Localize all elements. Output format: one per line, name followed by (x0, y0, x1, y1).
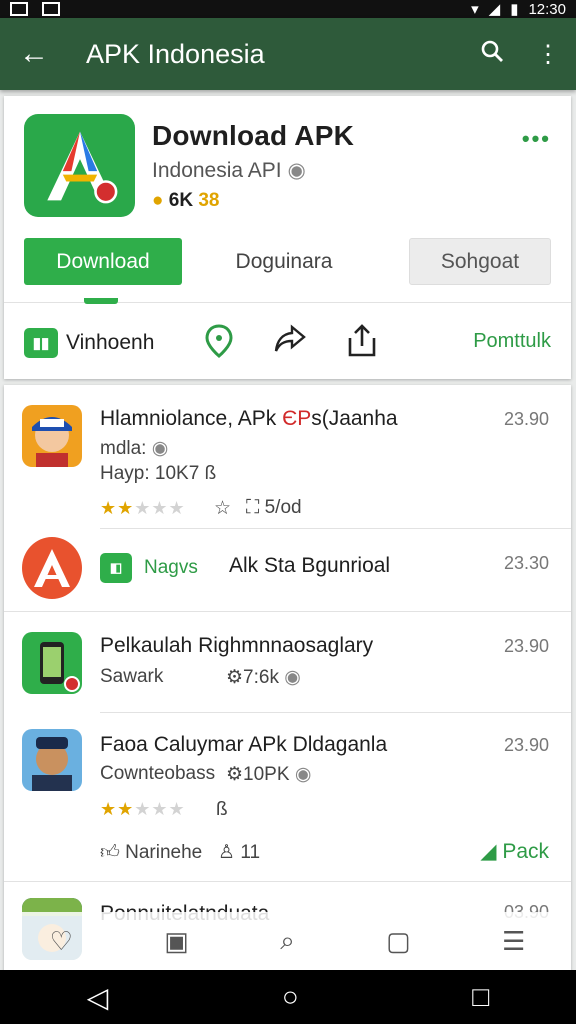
install-action[interactable]: ▮▮ Vinhoenh (24, 328, 154, 358)
list-icon[interactable]: ☰ (502, 926, 525, 957)
tab-indicator (84, 298, 118, 304)
signal-icon: ◢ (488, 1, 501, 18)
subtitle-text: mdla: (100, 438, 147, 459)
action-row: ▮▮ Vinhoenh Pomttulk (4, 308, 571, 378)
verified-icon: ◉ (151, 438, 169, 459)
more-horiz-icon[interactable]: ••• (522, 126, 551, 152)
price: 23.90 (503, 636, 549, 656)
list-item[interactable]: Pelkaulah Righmnnaosaglary Sawark ⚙7:6k … (4, 612, 571, 712)
star-rating: ★★★★★ (100, 799, 186, 819)
location-pin-icon[interactable] (204, 324, 234, 366)
users-icon: ⛶ (246, 497, 260, 518)
install-action-label: Vinhoenh (66, 331, 155, 354)
user-count: ♙ 11 (218, 841, 260, 864)
home-circle-icon[interactable]: ○ (282, 981, 299, 1013)
package-icon: ▮▮ (24, 328, 58, 358)
category-tag-label: Nagvs (144, 557, 198, 578)
app-logo (22, 632, 82, 694)
gallery-icon (42, 2, 60, 16)
image-icon (10, 2, 28, 16)
title-red: ЄP (282, 407, 312, 430)
arrow-left-icon[interactable]: ← (0, 39, 68, 69)
download-count-text: 7:6k (243, 667, 279, 688)
review-count-text: 5/od (264, 497, 302, 518)
chart-up-icon: ◢ (480, 840, 497, 863)
title-suffix: s(Jaanha (311, 407, 398, 430)
list-item[interactable]: Faoa Caluymar APk Dldaganla Cownteobass … (4, 713, 571, 881)
package-icon: ◧ (100, 553, 132, 583)
verified-icon: ◉ (284, 667, 301, 688)
category-tag[interactable]: ◧ Nagvs (100, 553, 198, 583)
page-title: APK Indonesia (86, 38, 265, 69)
thumbs-up-icon: 👍︎ (100, 842, 120, 863)
star-rating: ★★★★★ (100, 498, 186, 518)
avatar (22, 405, 82, 467)
avatar (22, 729, 82, 791)
developer-name[interactable]: Indonesia API ◉ (152, 158, 306, 183)
back-triangle-icon[interactable]: ◁ (87, 981, 109, 1014)
thumbs-up-label: Narinehe (125, 842, 203, 863)
user-count-text: 11 (240, 842, 261, 863)
app-list: Hlamniolance, APk ЄPs(Jaanha mdla: ◉ Hay… (4, 385, 571, 975)
status-bar: ▾ ◢ ▮ 12:30 (0, 0, 576, 18)
app-bar: ← APK Indonesia ⋮ (0, 18, 576, 90)
settings-icon: ⚙ (226, 764, 244, 785)
review-count: ⛶ 5/od (246, 497, 302, 519)
list-item-subtitle: mdla: ◉ (100, 437, 168, 460)
list-item-stats: Hayp: 10K7 ß (100, 463, 217, 484)
bottom-navigation: ♡ ▣ ⌕ ▢ ☰ (4, 912, 571, 970)
media-icon[interactable]: ▢ (386, 926, 411, 957)
price: 23.90 (503, 735, 549, 755)
list-item[interactable]: Hlamniolance, APk ЄPs(Jaanha mdla: ◉ Hay… (4, 385, 571, 528)
download-count: ⚙7:6k ◉ (226, 666, 301, 689)
rating-text: 6K (168, 190, 194, 211)
rating-row: ● 6K 38 (152, 190, 219, 212)
verified-icon: ◉ (287, 159, 306, 182)
more-vert-icon[interactable]: ⋮ (520, 40, 576, 69)
settings-icon: ⚙ (226, 667, 244, 688)
share-arrow-icon[interactable] (274, 324, 306, 362)
coin-icon: ● (152, 190, 164, 211)
list-item-title: Hlamniolance, APk ЄPs(Jaanha (100, 407, 398, 431)
app-logo (24, 114, 135, 217)
secondary-button[interactable]: Doguinara (204, 238, 364, 285)
battery-icon: ▮ (510, 1, 519, 18)
search-icon[interactable] (464, 39, 520, 70)
wifi-icon: ▾ (471, 1, 479, 18)
star-outline-icon[interactable]: ☆ (214, 497, 231, 520)
list-item-title: Faoa Caluymar APk Dldaganla (100, 733, 388, 756)
thumbs-up-item[interactable]: 👍︎ Narinehe (100, 841, 202, 864)
title-prefix: Hlamniolance, APk (100, 407, 283, 430)
pack-button-label: Pack (502, 840, 549, 863)
developer-label: Indonesia API (152, 159, 282, 182)
app-header-card: Download APK Indonesia API ◉ ● 6K 38 •••… (4, 96, 571, 379)
rating-number: 38 (198, 190, 220, 211)
report-link[interactable]: Pomttulk (473, 330, 551, 353)
list-item-subtitle: Cownteobass (100, 763, 216, 784)
price: 23.90 (503, 409, 549, 429)
verified-icon: ◉ (294, 764, 312, 785)
share-box-icon[interactable] (346, 324, 378, 366)
app-logo (22, 537, 82, 599)
pack-button[interactable]: ◢ Pack (480, 839, 549, 864)
download-count: ⚙10PK ◉ (226, 763, 311, 786)
download-button[interactable]: Download (24, 238, 182, 285)
list-item[interactable]: ◧ Nagvs Alk Sta Bgunrioal 23.30 (4, 529, 571, 611)
app-title: Download APK (152, 120, 355, 151)
list-item-title: Alk Sta Bgunrioal (229, 554, 391, 577)
user-icon: ♙ (218, 842, 236, 863)
heart-icon[interactable]: ♡ (50, 926, 73, 957)
system-nav-bar: ◁ ○ □ (0, 970, 576, 1024)
price: 23.30 (503, 553, 549, 573)
recents-square-icon[interactable]: □ (472, 981, 489, 1013)
download-count-text: 10PK (243, 764, 290, 785)
calendar-icon[interactable]: ▣ (164, 926, 189, 957)
star-rating-meta: ß (216, 799, 228, 820)
tertiary-button[interactable]: Sohgoat (409, 238, 551, 285)
search-icon[interactable]: ⌕ (280, 925, 295, 957)
status-time: 12:30 (528, 0, 566, 18)
list-item-title: Pelkaulah Righmnnaosaglary (100, 634, 374, 657)
list-item-subtitle: Sawark (100, 666, 164, 687)
